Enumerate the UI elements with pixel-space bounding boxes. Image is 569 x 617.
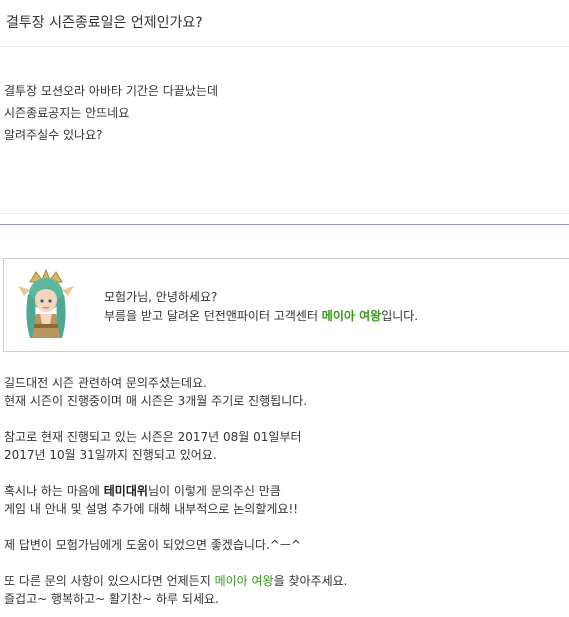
answer-greeting-box: 모험가님, 안녕하세요? 부름을 받고 달려온 던전앤파이터 고객센터 메이아 … xyxy=(3,258,569,352)
answer-line: 또 다른 문의 사항이 있으시다면 언제든지 메이아 여왕을 찾아주세요. xyxy=(4,572,347,590)
answer-line: 길드대전 시즌 관련하여 문의주셨는데요. xyxy=(4,376,207,390)
line-prefix: 또 다른 문의 사항이 있으시다면 언제든지 xyxy=(4,574,215,588)
agent-name: 메이아 여왕 xyxy=(321,309,382,323)
answer-line: 제 답변이 모험가님에게 도움이 되었으면 좋겠습니다.^ㅡ^ xyxy=(4,538,301,552)
agent-name: 메이아 여왕 xyxy=(214,574,274,588)
divider-answer xyxy=(0,224,569,225)
line-suffix: 님이 이렇게 문의주신 만큼 xyxy=(147,484,281,498)
user-name: 테미대위 xyxy=(103,484,148,498)
question-line: 알려주실수 있나요? xyxy=(4,128,103,142)
agent-avatar-icon xyxy=(18,268,74,338)
answer-line: 즐겁고~ 행복하고~ 활기찬~ 하루 되세요. xyxy=(4,592,219,606)
question-title-bar: 결투장 시즌종료일은 언제인가요? xyxy=(0,0,569,47)
answer-body: 길드대전 시즌 관련하여 문의주셨는데요. 현재 시즌이 진행중이며 매 시즌은… xyxy=(4,374,347,608)
line-suffix: 을 찾아주세요. xyxy=(273,574,348,588)
question-title: 결투장 시즌종료일은 언제인가요? xyxy=(6,15,203,31)
greeting-text: 모험가님, 안녕하세요? 부름을 받고 달려온 던전앤파이터 고객센터 메이아 … xyxy=(104,288,418,326)
question-body: 결투장 모션오라 아바타 기간은 다끝났는데 시즌종료공지는 안뜨네요 알려주실… xyxy=(4,80,218,146)
answer-line: 현재 시즌이 진행중이며 매 시즌은 3개월 주기로 진행됩니다. xyxy=(4,394,308,408)
answer-line: 2017년 10월 31일까지 진행되고 있어요. xyxy=(4,448,217,462)
greeting-prefix: 부름을 받고 달려온 던전앤파이터 고객센터 xyxy=(104,309,322,323)
question-line: 결투장 모션오라 아바타 기간은 다끝났는데 xyxy=(4,84,218,98)
greeting-line-1: 모험가님, 안녕하세요? xyxy=(104,290,218,304)
divider-light xyxy=(0,213,569,214)
answer-line: 게임 내 안내 및 설명 추가에 대해 내부적으로 논의할게요!! xyxy=(4,502,299,516)
greeting-line-2: 부름을 받고 달려온 던전앤파이터 고객센터 메이아 여왕입니다. xyxy=(104,307,418,326)
greeting-suffix: 입니다. xyxy=(381,309,419,323)
line-prefix: 혹시나 하는 마음에 xyxy=(4,484,104,498)
answer-line: 혹시나 하는 마음에 테미대위님이 이렇게 문의주신 만큼 xyxy=(4,482,347,500)
answer-line: 참고로 현재 진행되고 있는 시즌은 2017년 08월 01일부터 xyxy=(4,430,302,444)
question-line: 시즌종료공지는 안뜨네요 xyxy=(4,106,130,120)
